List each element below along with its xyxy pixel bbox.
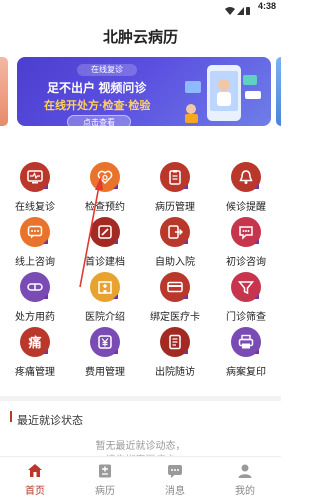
menu-item-2[interactable]: 病历管理	[140, 162, 210, 213]
menu-item-label: 医院介绍	[85, 312, 125, 323]
menu-item-label: 候诊提醒	[226, 202, 266, 213]
icon-corner-accent	[113, 239, 118, 244]
tab-2[interactable]: 消息	[140, 457, 210, 500]
svg-text:痛: 痛	[27, 335, 41, 350]
menu-item-label: 在线复诊	[15, 202, 55, 213]
profile-icon	[237, 463, 253, 484]
banner-prev-peek[interactable]	[0, 57, 8, 126]
icon-corner-accent	[254, 184, 259, 189]
tab-label: 消息	[165, 486, 185, 497]
menu-item-label: 检查预约	[85, 202, 125, 213]
doctor-phone-illustration	[185, 65, 261, 123]
message-icon	[167, 463, 183, 484]
banner-subline: 在线开处方·检查·检验	[44, 100, 151, 112]
tab-label: 首页	[25, 486, 45, 497]
icon-corner-accent	[254, 349, 259, 354]
icon-corner-accent	[254, 239, 259, 244]
menu-item-4[interactable]: 线上咨询	[0, 217, 70, 268]
menu-item-5[interactable]: 首诊建档	[70, 217, 140, 268]
menu-item-9[interactable]: 医院介绍	[70, 272, 140, 323]
icon-corner-accent	[183, 239, 188, 244]
menu-item-10[interactable]: 绑定医疗卡	[140, 272, 210, 323]
menu-item-0[interactable]: 在线复诊	[0, 162, 70, 213]
menu-item-11[interactable]: 门诊筛查	[211, 272, 281, 323]
menu-item-1[interactable]: 检查预约	[70, 162, 140, 213]
promo-banner[interactable]: 在线复诊 足不出户 视频问诊 在线开处方·检查·检验 点击查看	[17, 57, 271, 126]
menu-item-12[interactable]: 痛疼痛管理	[0, 327, 70, 378]
icon-corner-accent	[113, 294, 118, 299]
app-screen: 4:38 北肿云病历 在线复诊 足不出户 视频问诊 在线开处方·检查·检验 点击…	[0, 0, 281, 500]
menu-item-3[interactable]: 候诊提醒	[211, 162, 281, 213]
menu-item-label: 门诊筛查	[226, 312, 266, 323]
record-icon	[97, 463, 113, 484]
wifi-signal-battery-icons	[225, 2, 251, 20]
menu-item-15[interactable]: 病案复印	[211, 327, 281, 378]
menu-item-label: 费用管理	[85, 367, 125, 378]
banner-view-button[interactable]: 点击查看	[67, 115, 131, 126]
menu-item-label: 疼痛管理	[15, 367, 55, 378]
recent-empty-text: 暂无最近就诊动态，	[95, 441, 186, 452]
banner-tag: 在线复诊	[77, 64, 137, 76]
tab-0[interactable]: 首页	[0, 457, 70, 500]
bottom-tab-bar: 首页 病历 消息 我的	[0, 456, 281, 500]
menu-item-label: 处方用药	[15, 312, 55, 323]
menu-item-label: 初诊咨询	[226, 257, 266, 268]
menu-item-label: 首诊建档	[85, 257, 125, 268]
banner-headline: 足不出户 视频问诊	[47, 81, 147, 95]
menu-item-14[interactable]: 出院随访	[140, 327, 210, 378]
icon-corner-accent	[113, 349, 118, 354]
icon-corner-accent	[43, 294, 48, 299]
icon-corner-accent	[43, 239, 48, 244]
icon-corner-accent	[43, 349, 48, 354]
icon-corner-accent	[254, 294, 259, 299]
tab-3[interactable]: 我的	[210, 457, 280, 500]
tab-label: 病历	[95, 486, 115, 497]
menu-item-label: 出院随访	[155, 367, 195, 378]
menu-item-label: 病案复印	[226, 367, 266, 378]
home-icon	[27, 463, 43, 484]
banner-next-peek[interactable]	[276, 57, 281, 126]
section-divider	[0, 396, 281, 401]
icon-corner-accent	[183, 184, 188, 189]
menu-item-7[interactable]: 初诊咨询	[211, 217, 281, 268]
tab-1[interactable]: 病历	[70, 457, 140, 500]
menu-item-6[interactable]: 自助入院	[140, 217, 210, 268]
menu-item-label: 绑定医疗卡	[150, 312, 200, 323]
tab-label: 我的	[235, 486, 255, 497]
recent-visits-title: 最近就诊状态	[17, 415, 83, 427]
section-accent-bar	[10, 411, 12, 422]
icon-corner-accent	[113, 184, 118, 189]
menu-item-8[interactable]: 处方用药	[0, 272, 70, 323]
icon-corner-accent	[183, 349, 188, 354]
menu-item-label: 病历管理	[155, 202, 195, 213]
status-time: 4:38	[257, 1, 276, 11]
icon-corner-accent	[183, 294, 188, 299]
menu-item-13[interactable]: 费用管理	[70, 327, 140, 378]
icon-corner-accent	[43, 184, 48, 189]
status-bar: 4:38	[0, 0, 281, 15]
page-title: 北肿云病历	[102, 29, 178, 46]
menu-item-label: 自助入院	[155, 257, 195, 268]
menu-item-label: 线上咨询	[15, 257, 55, 268]
